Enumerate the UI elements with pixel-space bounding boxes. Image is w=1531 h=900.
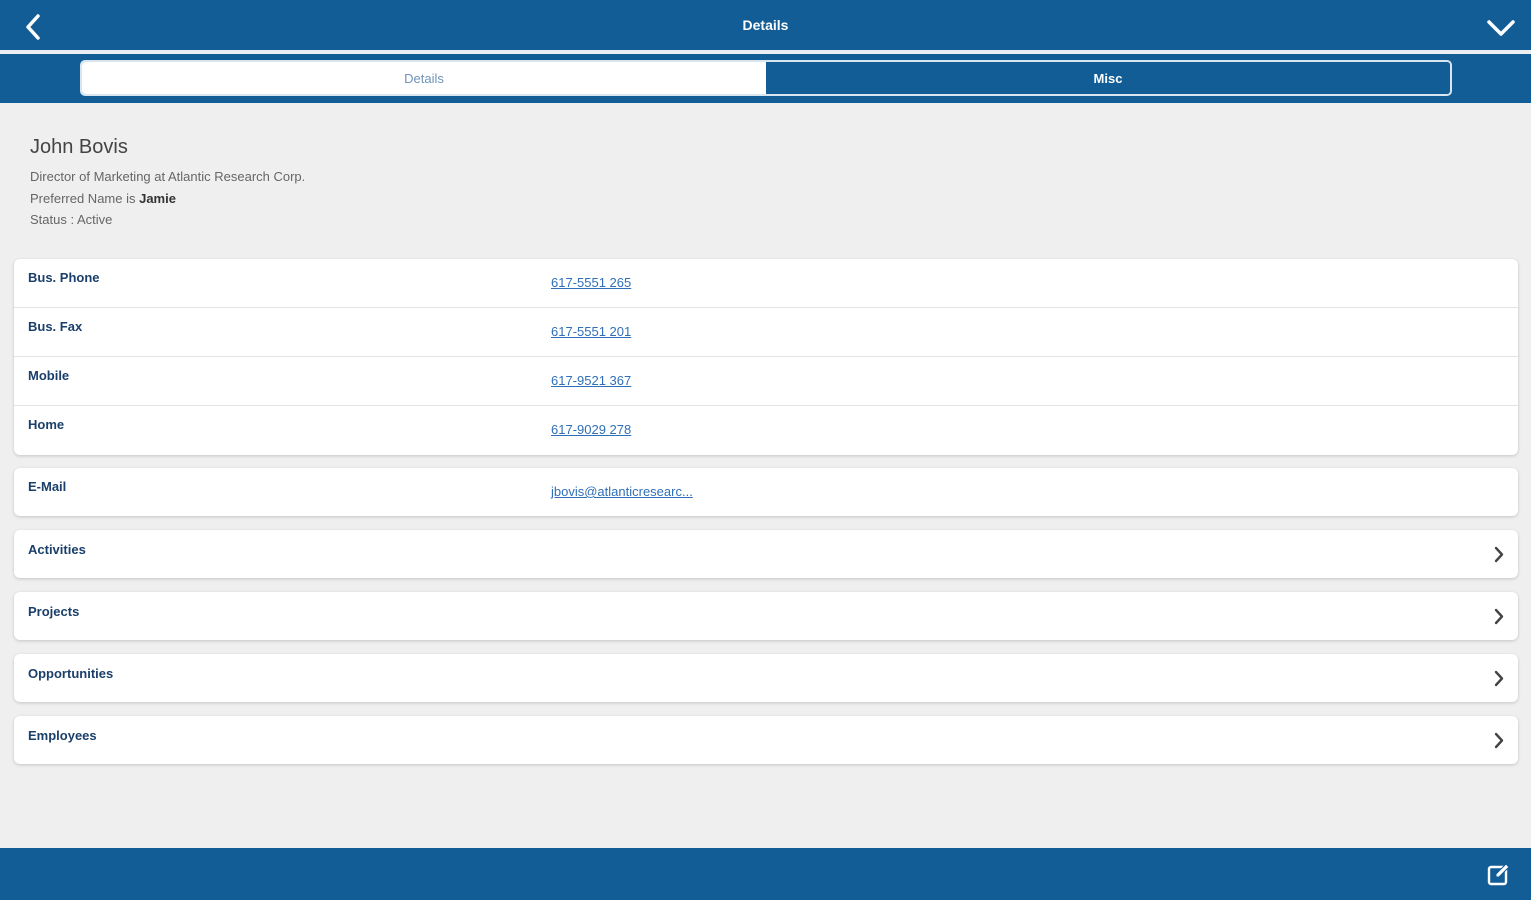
- nav-row-activities[interactable]: Activities: [14, 530, 1518, 578]
- preferred-name-prefix: Preferred Name is: [30, 190, 140, 206]
- phone-link[interactable]: 617-9029 278: [551, 422, 631, 437]
- page-title: Details: [742, 17, 789, 33]
- field-label: Bus. Fax: [28, 319, 83, 334]
- projects-card[interactable]: Projects: [14, 592, 1518, 640]
- phone-link[interactable]: 617-5551 265: [551, 275, 631, 290]
- footer-bar: [0, 848, 1531, 900]
- field-label: Home: [28, 417, 65, 432]
- phone-row-fax: Bus. Fax 617-5551 201: [14, 308, 1518, 357]
- menu-dropdown-button[interactable]: [1485, 14, 1517, 42]
- contact-name: John Bovis: [30, 136, 128, 158]
- app: Details Details Misc John Bovis Director…: [0, 0, 1531, 900]
- chevron-right-icon: [1494, 608, 1504, 625]
- nav-label: Opportunities: [28, 666, 114, 681]
- phone-row-business: Bus. Phone 617-5551 265: [14, 259, 1518, 308]
- tab-bar: Details Misc: [0, 54, 1531, 103]
- opportunities-card[interactable]: Opportunities: [14, 654, 1518, 702]
- nav-row-employees[interactable]: Employees: [14, 716, 1518, 764]
- email-row: E-Mail jbovis@atlanticresearc...: [14, 468, 1518, 516]
- nav-row-opportunities[interactable]: Opportunities: [14, 654, 1518, 702]
- header-bar: Details: [0, 0, 1531, 52]
- chevron-right-icon: [1494, 670, 1504, 687]
- contact-title: Director of Marketing at Atlantic Resear…: [30, 169, 306, 184]
- activities-card[interactable]: Activities: [14, 530, 1518, 578]
- phone-link[interactable]: 617-5551 201: [551, 324, 631, 339]
- chevron-down-icon: [1487, 20, 1515, 36]
- email-card: E-Mail jbovis@atlanticresearc...: [14, 468, 1518, 516]
- field-label: Mobile: [28, 368, 70, 383]
- preferred-name-line: Preferred Name is Jamie: [30, 188, 305, 210]
- chevron-right-icon: [1494, 732, 1504, 749]
- nav-label: Activities: [28, 542, 86, 557]
- nav-label: Employees: [28, 728, 97, 743]
- edit-button[interactable]: [1485, 860, 1513, 888]
- contact-status: Status : Active: [30, 212, 113, 227]
- chevron-right-icon: [1494, 546, 1504, 563]
- edit-icon: [1487, 863, 1510, 886]
- contact-summary: John Bovis Director of Marketing at Atla…: [30, 136, 305, 231]
- preferred-name: Jamie: [139, 190, 176, 206]
- field-label: E-Mail: [28, 479, 67, 494]
- segmented-control: Details Misc: [80, 60, 1452, 96]
- phones-card: Bus. Phone 617-5551 265 Bus. Fax 617-555…: [14, 259, 1518, 455]
- tab-misc[interactable]: Misc: [766, 62, 1450, 94]
- nav-label: Projects: [28, 604, 80, 619]
- nav-row-projects[interactable]: Projects: [14, 592, 1518, 640]
- phone-row-home: Home 617-9029 278: [14, 406, 1518, 455]
- employees-card[interactable]: Employees: [14, 716, 1518, 764]
- field-label: Bus. Phone: [28, 270, 100, 285]
- phone-row-mobile: Mobile 617-9521 367: [14, 357, 1518, 406]
- email-link[interactable]: jbovis@atlanticresearc...: [551, 484, 693, 499]
- phone-link[interactable]: 617-9521 367: [551, 373, 631, 388]
- tab-details[interactable]: Details: [82, 62, 766, 94]
